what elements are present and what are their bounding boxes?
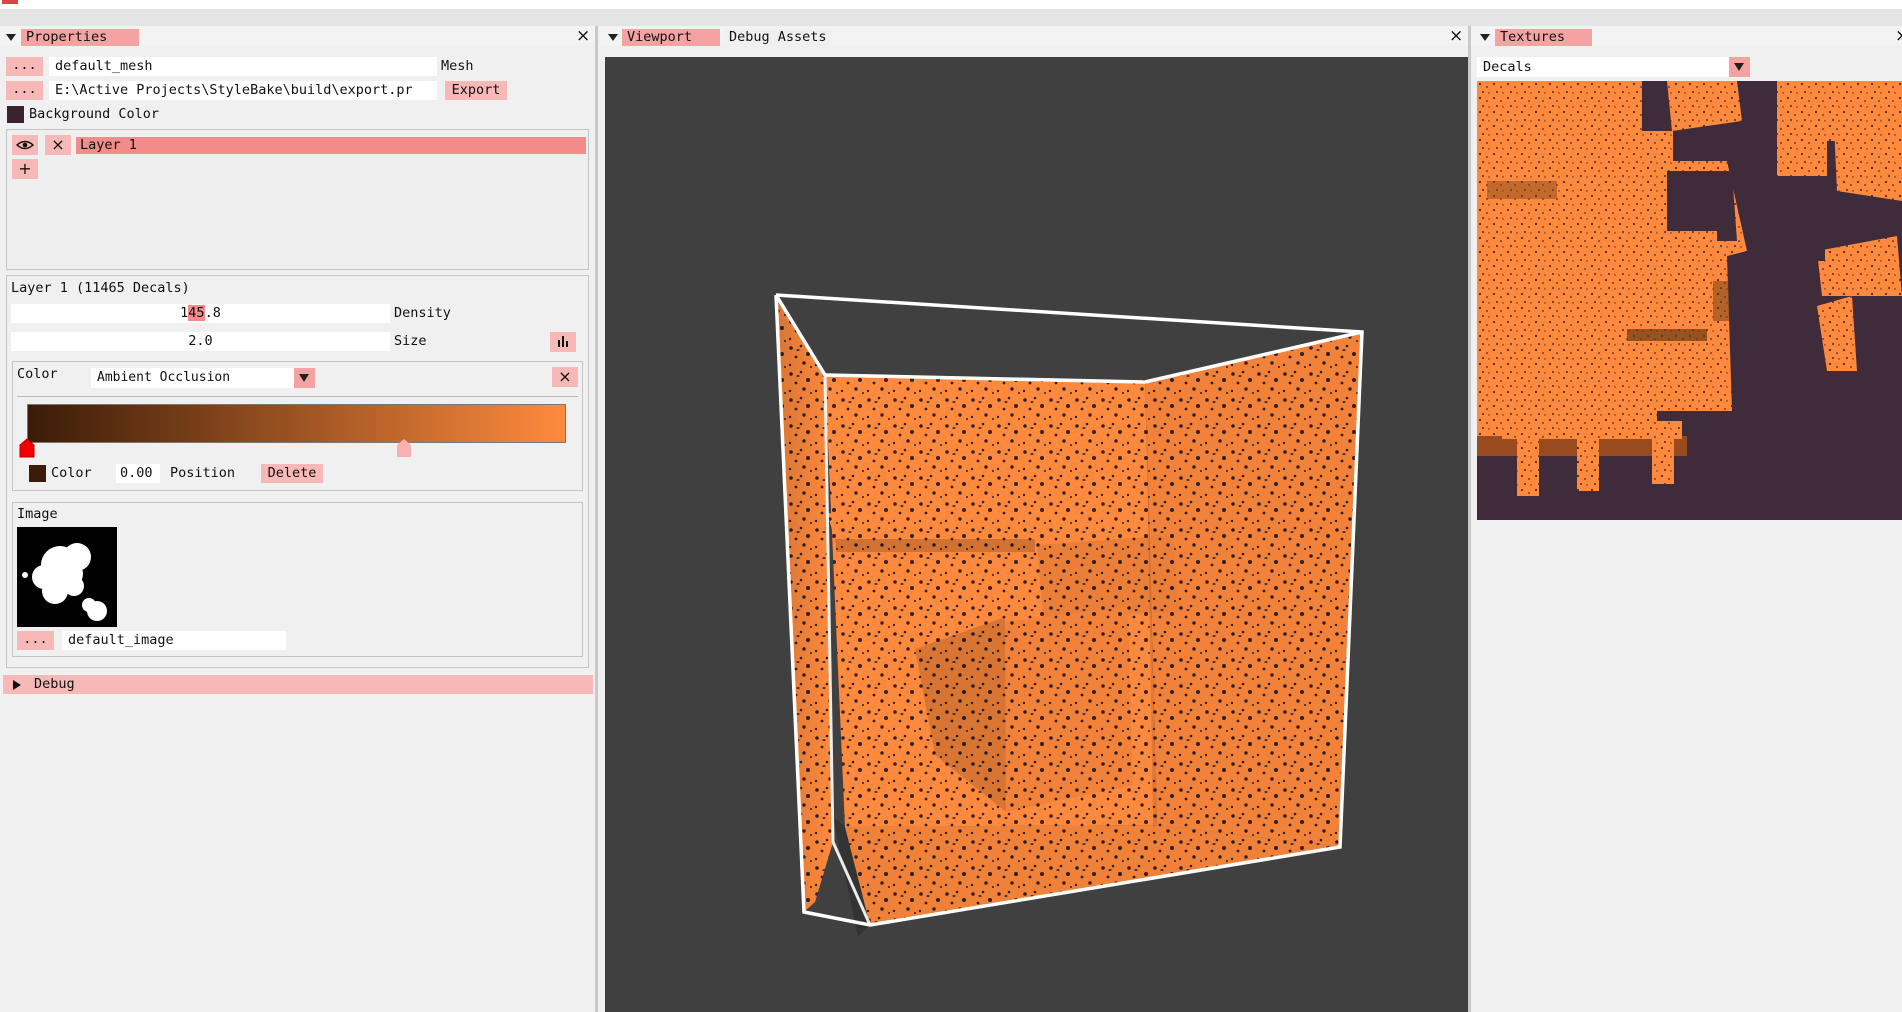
export-path-field[interactable]: E:\Active Projects\StyleBake\build\expor… [49,81,437,100]
stop-position-field[interactable]: 0.00 [116,464,160,483]
dropdown-arrow-button[interactable] [294,368,315,388]
image-label: Image [17,506,58,522]
add-layer-button[interactable]: + [12,159,38,179]
export-browse-button[interactable]: ... [6,81,43,100]
color-group-divider [17,396,578,397]
stop-color-label: Color [51,465,92,481]
color-section-label: Color [17,366,58,382]
texture-preview [1477,81,1902,520]
title-separator [0,9,1902,26]
tab-textures[interactable]: Textures [1495,29,1592,46]
layer-row-layer1[interactable] [76,137,586,154]
debug-label: Debug [34,676,75,692]
close-icon[interactable]: × [576,28,590,45]
image-preview [17,527,117,627]
properties-dock-header: Properties × [0,26,595,46]
background-color-label: Background Color [29,106,160,122]
texture-select-dropdown[interactable]: Decals [1477,57,1750,77]
color-mode-value: Ambient Occlusion [97,370,231,385]
tab-debug-assets[interactable]: Debug Assets [724,29,832,46]
splitter-left[interactable] [595,26,598,1012]
title-bar [0,0,1902,9]
density-label: Density [394,305,451,321]
layer-visibility-toggle[interactable] [12,135,38,155]
dropdown-arrow-button[interactable] [1729,57,1750,77]
textures-dock-header: Textures × [1471,26,1902,46]
decals-texture-image [1477,81,1902,520]
bar-chart-icon [558,336,568,347]
tab-viewport[interactable]: Viewport [622,29,720,46]
layer-settings-title: Layer 1 (11465 Decals) [11,280,190,296]
size-histogram-button[interactable] [550,332,576,352]
collapse-arrow-icon[interactable] [1480,34,1490,41]
background-color-swatch[interactable] [7,106,24,123]
mesh-browse-button[interactable]: ... [6,57,43,76]
export-button[interactable]: Export [445,81,507,100]
tab-properties[interactable]: Properties [21,29,139,46]
expand-arrow-icon [13,680,21,690]
texture-select-value: Decals [1483,59,1532,75]
collapse-arrow-icon[interactable] [608,34,618,41]
gradient-stop-handle-1[interactable] [396,438,412,458]
close-icon: × [51,135,65,154]
chevron-down-icon [1734,63,1744,71]
viewport-dock-header: Viewport Debug Assets × [600,26,1468,46]
density-text-selected: 45 [188,305,205,321]
mesh-name-field[interactable]: default_mesh [49,57,437,76]
size-label: Size [394,333,427,349]
splitter-right[interactable] [1468,26,1471,1012]
close-icon[interactable]: × [1449,28,1463,45]
color-clear-button[interactable]: × [552,367,578,387]
stop-position-label: Position [170,465,236,481]
close-icon: × [558,367,572,386]
eye-icon [15,140,35,150]
close-icon[interactable]: × [1895,28,1902,45]
delete-stop-button[interactable]: Delete [261,464,323,483]
debug-section-header[interactable]: Debug [3,675,593,694]
gradient-bar[interactable] [27,404,566,443]
image-name-field[interactable]: default_image [62,631,286,650]
collapse-arrow-icon[interactable] [6,34,16,41]
size-field[interactable]: 2.0 [11,332,390,351]
density-field[interactable]: 145.8 [11,304,390,323]
mesh-label: Mesh [441,58,474,74]
layer-delete-button[interactable]: × [45,135,71,155]
app-icon [2,0,18,4]
layer-name-label: Layer 1 [80,137,137,153]
color-mode-dropdown[interactable]: Ambient Occlusion [91,368,315,388]
viewport-render [774,293,1364,937]
image-browse-button[interactable]: ... [17,631,54,650]
viewport-canvas[interactable] [605,57,1468,1012]
chevron-down-icon [299,374,309,382]
stop-color-swatch[interactable] [29,465,46,482]
gradient-stop-handle-0[interactable] [19,438,35,458]
density-text-after: .8 [204,305,221,321]
